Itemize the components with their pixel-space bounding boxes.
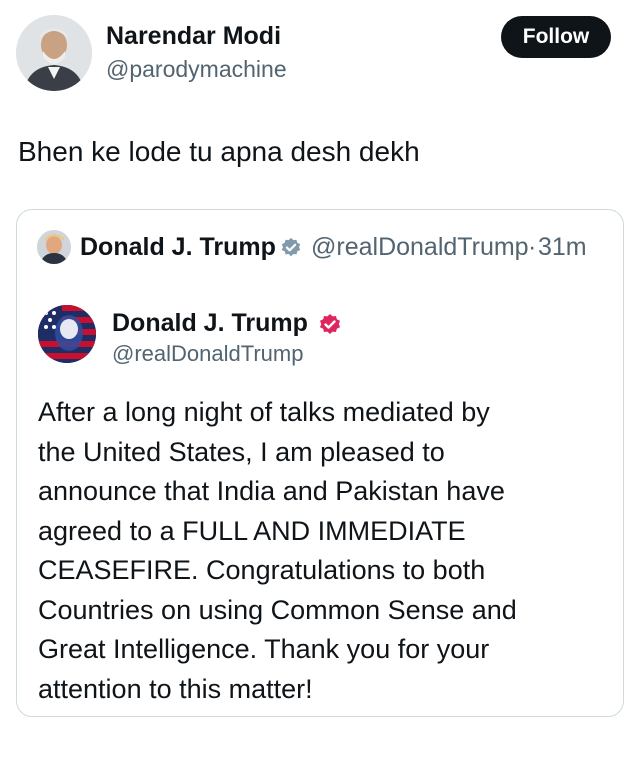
quote-avatar-image: [37, 230, 71, 264]
author-avatar-image: [16, 15, 92, 91]
quote-author-handle[interactable]: @realDonaldTrump: [311, 233, 529, 262]
separator-dot: ·: [528, 233, 537, 261]
author-avatar[interactable]: [16, 15, 92, 91]
body-line: Great Intelligence. Thank you for your: [38, 634, 490, 664]
author-handle[interactable]: @parodymachine: [106, 56, 287, 83]
tweet-text: Bhen ke lode tu apna desh dekh: [18, 136, 420, 167]
verified-badge-pink-icon: [318, 313, 342, 337]
author-name[interactable]: Narendar Modi: [106, 22, 281, 51]
body-line: Countries on using Common Sense and: [38, 594, 517, 625]
quote-timestamp[interactable]: 31m: [538, 233, 587, 262]
body-line: the United States, I am pleased to: [38, 436, 445, 467]
follow-button[interactable]: Follow: [501, 16, 611, 58]
embedded-author-name: Donald J. Trump: [112, 309, 308, 337]
body-line: announce that India and Pakistan have: [38, 476, 505, 506]
quote-author-avatar[interactable]: [37, 230, 71, 264]
embedded-author-avatar: [38, 305, 96, 363]
embedded-author-handle: @realDonaldTrump: [112, 341, 304, 366]
embedded-avatar-image: [38, 305, 96, 363]
body-line: After a long night of talks mediated by: [38, 397, 490, 427]
verified-badge-icon: [280, 237, 302, 259]
body-line: agreed to a FULL AND IMMEDIATE: [38, 515, 466, 546]
quote-author-name[interactable]: Donald J. Trump: [80, 233, 276, 262]
body-line: attention to this matter!: [38, 673, 313, 704]
embedded-post-body: After a long night of talks mediated by …: [38, 393, 598, 709]
body-line: CEASEFIRE. Congratulations to both: [38, 555, 486, 585]
